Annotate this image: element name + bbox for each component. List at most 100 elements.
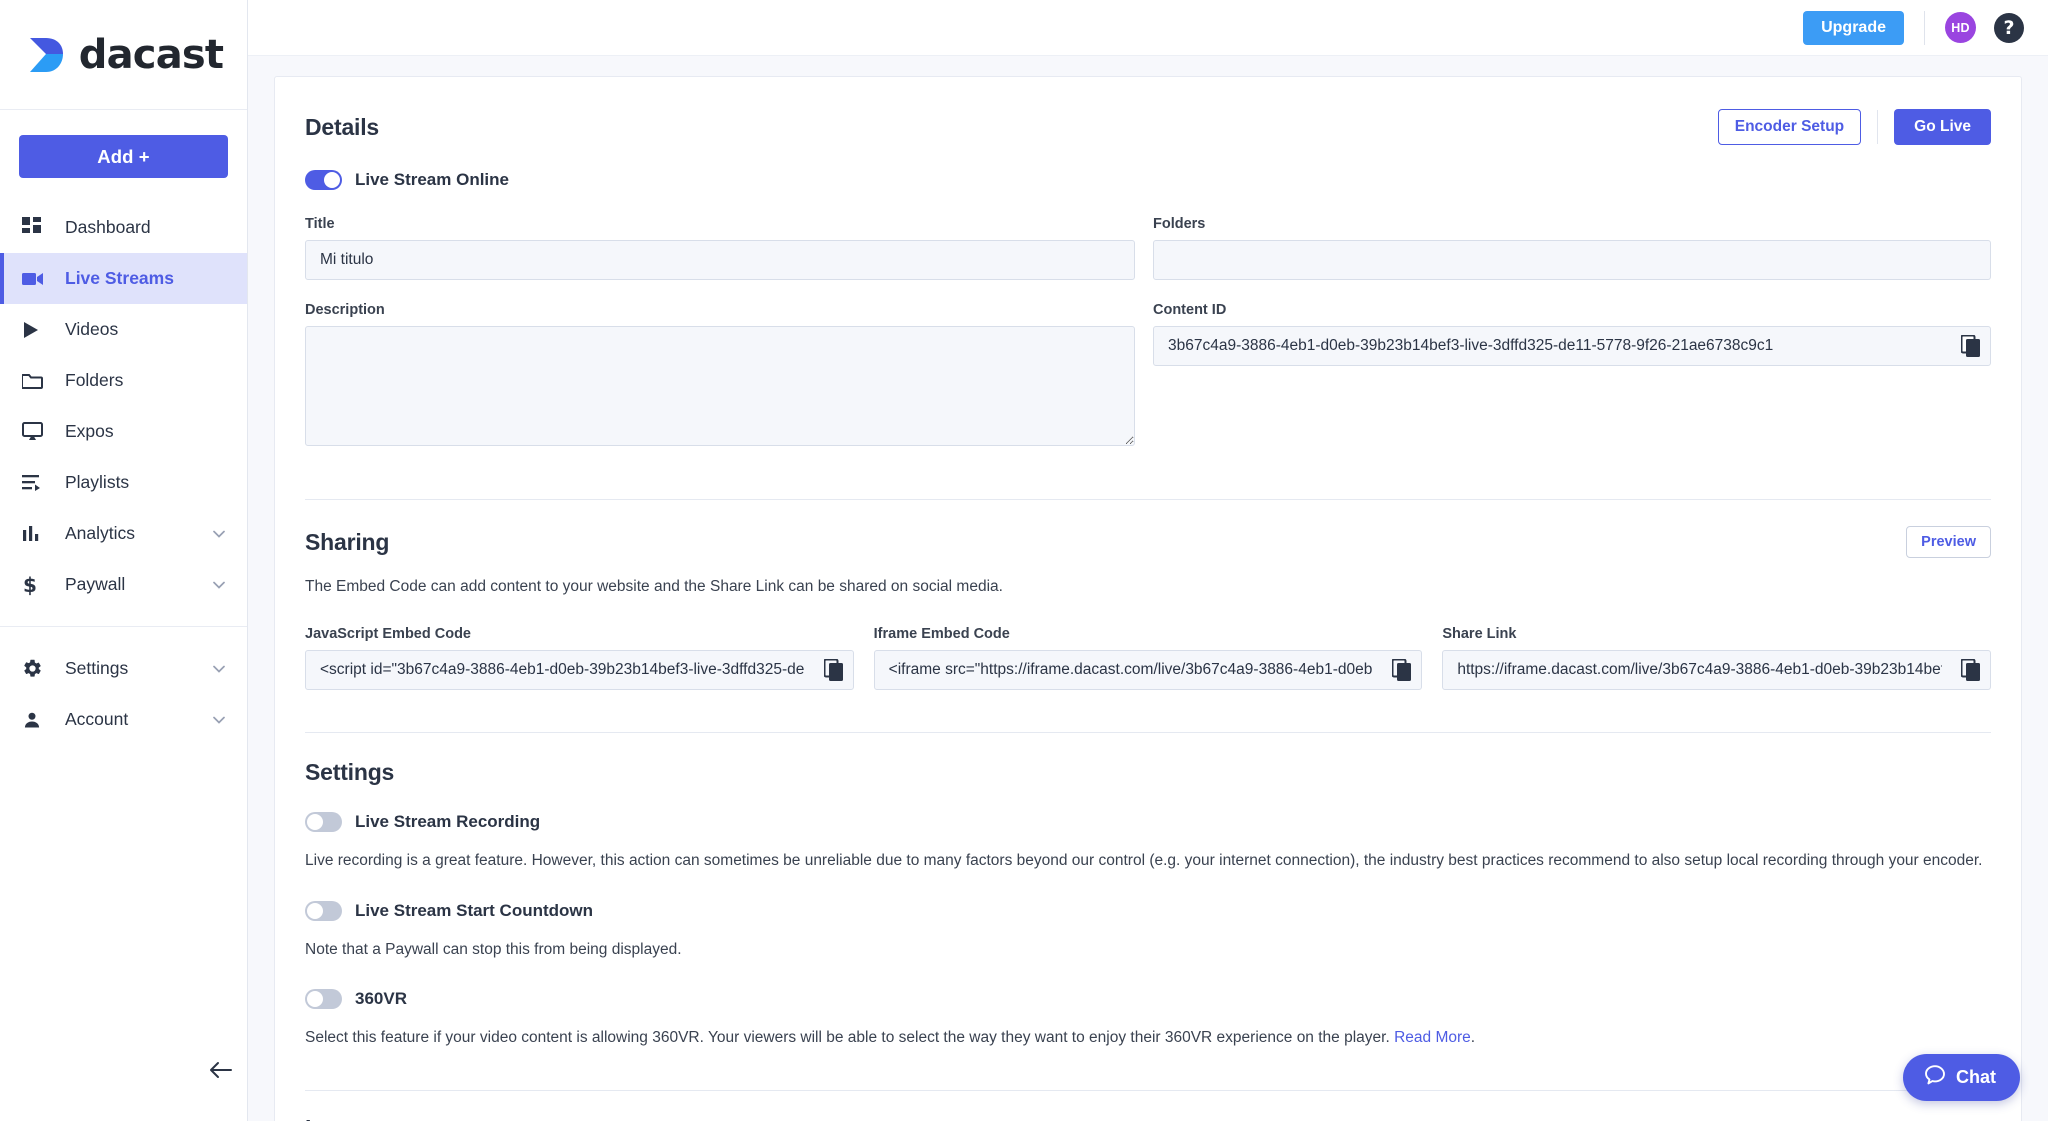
play-icon <box>22 321 52 339</box>
encoder-setup-button[interactable]: Encoder Setup <box>1718 109 1861 145</box>
live-stream-countdown-toggle[interactable] <box>305 901 342 921</box>
sidebar-nav: Dashboard Live Streams Videos Folders <box>0 202 247 745</box>
vr360-description-wrap: Select this feature if your video conten… <box>305 1027 1991 1049</box>
sidebar-item-label: Videos <box>65 319 118 340</box>
sharing-fields: JavaScript Embed Code Iframe Embed Code <box>305 626 1991 690</box>
monitor-icon <box>22 422 52 441</box>
sidebar-item-label: Settings <box>65 658 128 679</box>
images-title: Images <box>305 1115 1991 1121</box>
copy-icon[interactable] <box>1392 659 1412 681</box>
sidebar-collapse-button[interactable] <box>204 1055 238 1089</box>
go-live-button[interactable]: Go Live <box>1894 109 1991 145</box>
folders-input[interactable] <box>1153 240 1991 280</box>
copy-icon[interactable] <box>1961 335 1981 357</box>
iframe-embed-label: Iframe Embed Code <box>874 626 1423 642</box>
sidebar-item-expos[interactable]: Expos <box>0 406 247 457</box>
sharing-settings-divider <box>305 732 1991 733</box>
details-sharing-divider <box>305 499 1991 500</box>
chat-label: Chat <box>1956 1067 1996 1088</box>
sidebar-item-analytics[interactable]: Analytics <box>0 508 247 559</box>
live-stream-countdown-row: Live Stream Start Countdown <box>305 901 1991 921</box>
action-divider <box>1877 110 1878 144</box>
sidebar-item-label: Account <box>65 709 128 730</box>
vr360-description: Select this feature if your video conten… <box>305 1029 1394 1046</box>
chevron-down-icon[interactable] <box>213 665 225 673</box>
brand-name: dacast <box>79 32 223 78</box>
read-more-link[interactable]: Read More <box>1394 1029 1471 1046</box>
live-stream-recording-toggle[interactable] <box>305 812 342 832</box>
sidebar-item-paywall[interactable]: $ Paywall <box>0 559 247 610</box>
dollar-icon: $ <box>22 574 52 596</box>
description-label: Description <box>305 302 1135 318</box>
sidebar: dacast Add + Dashboard Live Streams <box>0 0 248 1121</box>
live-stream-online-row: Live Stream Online <box>305 170 1991 190</box>
live-stream-recording-label: Live Stream Recording <box>355 812 540 832</box>
javascript-embed-label: JavaScript Embed Code <box>305 626 854 642</box>
sidebar-item-dashboard[interactable]: Dashboard <box>0 202 247 253</box>
settings-images-divider <box>305 1090 1991 1091</box>
details-fields-row1: Title Folders <box>305 216 1991 280</box>
javascript-embed-group: JavaScript Embed Code <box>305 626 854 690</box>
title-input[interactable] <box>305 240 1135 280</box>
sidebar-item-account[interactable]: Account <box>0 694 247 745</box>
vr360-description-suffix: . <box>1471 1029 1475 1046</box>
dashboard-icon <box>22 217 52 238</box>
sidebar-item-live-streams[interactable]: Live Streams <box>0 253 247 304</box>
iframe-embed-input[interactable] <box>874 650 1423 690</box>
upgrade-button[interactable]: Upgrade <box>1803 11 1904 45</box>
sidebar-divider <box>0 626 247 627</box>
sidebar-item-label: Analytics <box>65 523 135 544</box>
share-link-input[interactable] <box>1442 650 1991 690</box>
share-link-group: Share Link <box>1442 626 1991 690</box>
content-id-input[interactable] <box>1153 326 1991 366</box>
details-actions: Encoder Setup Go Live <box>1718 109 1991 145</box>
description-field-group: Description <box>305 302 1135 451</box>
content-id-label: Content ID <box>1153 302 1991 318</box>
details-header: Details Encoder Setup Go Live <box>305 109 1991 145</box>
chat-button[interactable]: Chat <box>1903 1054 2020 1101</box>
chevron-down-icon[interactable] <box>213 581 225 589</box>
sidebar-item-playlists[interactable]: Playlists <box>0 457 247 508</box>
sidebar-item-label: Playlists <box>65 472 129 493</box>
folders-field-group: Folders <box>1153 216 1991 280</box>
live-stream-recording-row: Live Stream Recording <box>305 812 1991 832</box>
live-stream-online-label: Live Stream Online <box>355 170 509 190</box>
copy-icon[interactable] <box>1961 659 1981 681</box>
content-card: Details Encoder Setup Go Live Live Strea… <box>274 76 2022 1121</box>
video-camera-icon <box>22 271 52 287</box>
details-title: Details <box>305 114 379 141</box>
avatar[interactable]: HD <box>1945 12 1976 43</box>
vr360-label: 360VR <box>355 989 407 1009</box>
svg-text:$: $ <box>23 574 37 596</box>
sidebar-item-settings[interactable]: Settings <box>0 643 247 694</box>
copy-icon[interactable] <box>824 659 844 681</box>
live-stream-online-toggle[interactable] <box>305 170 342 190</box>
details-fields-row2: Description Content ID <box>305 302 1991 451</box>
sidebar-item-label: Folders <box>65 370 123 391</box>
brand-logo[interactable]: dacast <box>0 0 247 110</box>
sidebar-item-folders[interactable]: Folders <box>0 355 247 406</box>
javascript-embed-input[interactable] <box>305 650 854 690</box>
sidebar-item-label: Expos <box>65 421 114 442</box>
folders-label: Folders <box>1153 216 1991 232</box>
chevron-down-icon[interactable] <box>213 716 225 724</box>
sidebar-item-label: Dashboard <box>65 217 151 238</box>
question-mark-icon[interactable]: ? <box>1994 13 2024 43</box>
top-bar: Upgrade HD ? <box>248 0 2048 56</box>
preview-button[interactable]: Preview <box>1906 526 1991 558</box>
sharing-header: Sharing Preview <box>305 526 1991 558</box>
arrow-left-icon <box>209 1061 233 1084</box>
description-textarea[interactable] <box>305 326 1135 446</box>
chat-bubble-icon <box>1923 1063 1947 1092</box>
title-label: Title <box>305 216 1135 232</box>
chevron-down-icon[interactable] <box>213 530 225 538</box>
sidebar-item-videos[interactable]: Videos <box>0 304 247 355</box>
folder-icon <box>22 372 52 390</box>
add-button[interactable]: Add + <box>19 135 228 178</box>
sidebar-item-label: Paywall <box>65 574 125 595</box>
title-field-group: Title <box>305 216 1135 280</box>
playlist-icon <box>22 474 52 491</box>
vr360-toggle[interactable] <box>305 989 342 1009</box>
sidebar-item-label: Live Streams <box>65 268 174 289</box>
app-root: dacast Add + Dashboard Live Streams <box>0 0 2048 1121</box>
